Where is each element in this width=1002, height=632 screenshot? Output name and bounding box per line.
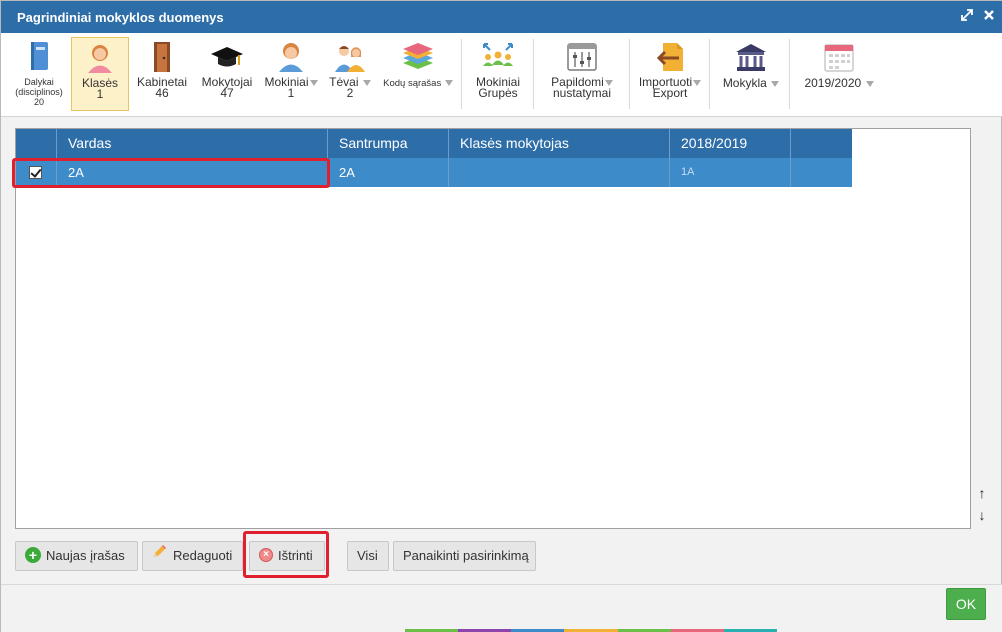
- toolbar-separator: [533, 39, 534, 109]
- calendar-icon: [822, 41, 856, 73]
- toolbar-separator: [789, 39, 790, 109]
- dialog-footer: [1, 584, 1002, 632]
- header-santrumpa[interactable]: Santrumpa: [328, 129, 449, 158]
- toolbar-separator: [629, 39, 630, 109]
- cell-santrumpa[interactable]: 2A: [328, 158, 449, 187]
- toolbar-klases[interactable]: Klasės 1: [71, 37, 129, 111]
- kodu-sarasas-label: Kodų sąrašas: [383, 78, 442, 89]
- toolbar-mokytojai[interactable]: Mokytojai 47: [197, 37, 257, 111]
- toolbar-importuoti[interactable]: Importuoti Export: [637, 37, 703, 111]
- maximize-icon[interactable]: [959, 8, 975, 24]
- toolbar-tevai[interactable]: Tėvai 2: [325, 37, 375, 111]
- pencil-icon: [152, 541, 168, 569]
- book-icon: [22, 41, 56, 73]
- mokykla-label: Mokykla: [722, 76, 767, 90]
- data-grid: Vardas Santrumpa Klasės mokytojas 2018/2…: [15, 128, 971, 529]
- scroll-up-icon[interactable]: ↑: [975, 485, 989, 501]
- toolbar-kodu-sarasas[interactable]: Kodų sąrašas: [379, 37, 457, 111]
- edit-button[interactable]: Redaguoti: [142, 541, 243, 571]
- toolbar-mokiniai[interactable]: Mokiniai 1: [261, 37, 321, 111]
- mokiniai-count: 1: [287, 86, 295, 100]
- toolbar-mokykla[interactable]: Mokykla: [717, 37, 785, 111]
- kodu-dropdown-icon[interactable]: [444, 80, 453, 87]
- clear-selection-button[interactable]: Panaikinti pasirinkimą: [393, 541, 536, 571]
- door-icon: [145, 41, 179, 73]
- scroll-controls: ↑ ↓: [975, 485, 989, 523]
- toolbar: Dalykai (disciplinos) 20 Klasės 1 Kabine…: [1, 33, 1002, 117]
- delete-label: Ištrinti: [278, 548, 313, 563]
- import-icon: [653, 41, 687, 73]
- dalykai-count: 20: [33, 97, 44, 107]
- header-empty: [791, 129, 852, 158]
- klases-count: 1: [96, 87, 104, 101]
- mokytojai-count: 47: [220, 86, 234, 100]
- edit-label: Redaguoti: [173, 548, 233, 563]
- title-bar: Pagrindiniai mokyklos duomenys: [1, 1, 1002, 33]
- delete-icon: ×: [259, 548, 273, 563]
- delete-button[interactable]: × Ištrinti: [249, 541, 325, 571]
- papildomi-dropdown-icon[interactable]: [604, 79, 613, 86]
- toolbar-papildomi[interactable]: Papildomi nustatymai: [541, 37, 623, 111]
- ok-button[interactable]: OK: [946, 588, 986, 620]
- dalykai-label: Dalykai: [24, 77, 54, 87]
- dalykai-sublabel: (disciplinos): [15, 87, 63, 97]
- mokiniai-label: Mokiniai: [264, 75, 309, 89]
- mokiniai-dropdown-icon[interactable]: [309, 79, 318, 86]
- toolbar-dalykai[interactable]: Dalykai (disciplinos) 20: [11, 37, 67, 111]
- student-girl-icon: [83, 42, 117, 74]
- cell-vardas[interactable]: 2A: [57, 158, 328, 187]
- school-year-label: 2019/2020: [804, 76, 862, 90]
- header-2018-2019[interactable]: 2018/2019: [670, 129, 791, 158]
- parents-icon: [333, 41, 367, 73]
- toolbar-separator: [461, 39, 462, 109]
- group-icon: [481, 41, 515, 73]
- scroll-down-icon[interactable]: ↓: [975, 507, 989, 523]
- dialog-title: Pagrindiniai mokyklos duomenys: [17, 10, 224, 25]
- header-vardas[interactable]: Vardas: [57, 129, 328, 158]
- select-all-button[interactable]: Visi: [347, 541, 389, 571]
- toolbar-metai[interactable]: 2019/2020: [797, 37, 881, 111]
- cell-klases-mokytojas[interactable]: [449, 158, 670, 187]
- grid-header: Vardas Santrumpa Klasės mokytojas 2018/2…: [16, 129, 852, 158]
- table-row[interactable]: 2A 2A 1A: [16, 158, 852, 187]
- school-year-dropdown-icon[interactable]: [865, 80, 874, 87]
- select-all-label: Visi: [357, 548, 378, 563]
- plus-icon: +: [25, 547, 41, 564]
- clear-selection-label: Panaikinti pasirinkimą: [403, 548, 529, 563]
- mokykla-dropdown-icon[interactable]: [771, 80, 780, 87]
- new-record-button[interactable]: + Naujas įrašas: [15, 541, 138, 571]
- header-select-column[interactable]: [16, 129, 57, 158]
- mokiniai-grupes-sublabel: Grupės: [478, 86, 518, 100]
- importuoti-sublabel: Export: [652, 86, 688, 100]
- toolbar-separator: [709, 39, 710, 109]
- importuoti-dropdown-icon[interactable]: [693, 79, 702, 86]
- toolbar-kabinetai[interactable]: Kabinetai 46: [133, 37, 191, 111]
- close-icon[interactable]: [981, 8, 997, 24]
- layers-icon: [401, 41, 435, 73]
- tevai-label: Tėvai: [329, 75, 359, 89]
- school-building-icon: [734, 41, 768, 73]
- graduation-cap-icon: [210, 41, 244, 73]
- cell-empty: [791, 158, 852, 187]
- row-select-cell[interactable]: [16, 158, 57, 187]
- papildomi-sublabel: nustatymai: [552, 86, 612, 100]
- sliders-icon: [565, 41, 599, 73]
- new-record-label: Naujas įrašas: [46, 548, 125, 563]
- dialog-window: Pagrindiniai mokyklos duomenys Dalykai (…: [0, 0, 1002, 632]
- cell-2018-2019[interactable]: 1A: [670, 158, 791, 187]
- header-klases-mokytojas[interactable]: Klasės mokytojas: [449, 129, 670, 158]
- tevai-dropdown-icon[interactable]: [362, 79, 371, 86]
- row-checkbox[interactable]: [29, 166, 42, 179]
- student-icon: [274, 41, 308, 73]
- tevai-count: 2: [346, 86, 354, 100]
- kabinetai-count: 46: [155, 86, 169, 100]
- toolbar-mokiniai-grupes[interactable]: Mokiniai Grupės: [467, 37, 529, 111]
